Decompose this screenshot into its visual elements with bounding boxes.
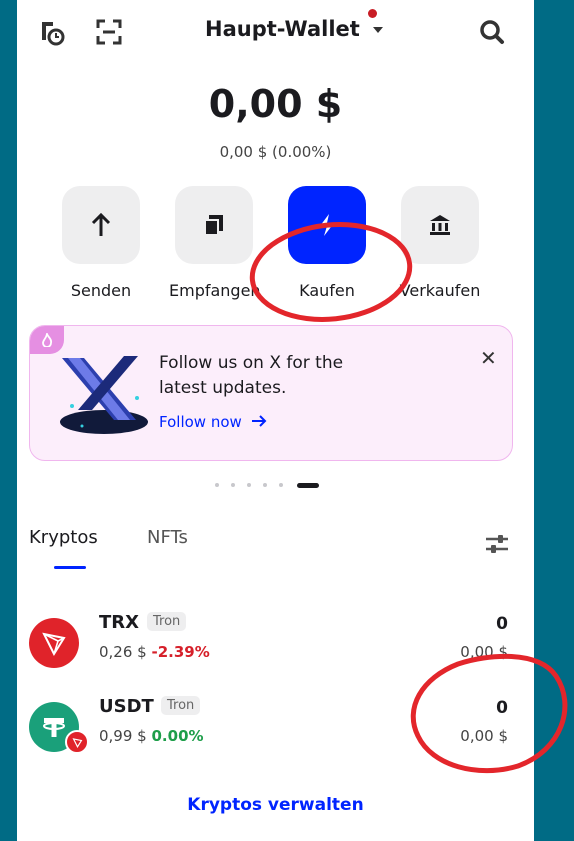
history-icon[interactable]: [39, 18, 67, 46]
receive-button[interactable]: [175, 186, 253, 264]
asset-change: 0.00%: [151, 727, 204, 745]
carousel-dot[interactable]: [231, 483, 235, 487]
buy-button[interactable]: [288, 186, 366, 264]
tab-underline: [54, 566, 86, 569]
copy-icon: [204, 215, 223, 236]
filter-icon[interactable]: [483, 530, 511, 558]
follow-now-link[interactable]: Follow now: [159, 413, 267, 431]
buy-label: Kaufen: [299, 281, 355, 300]
lightning-icon: [320, 214, 334, 236]
manage-cryptos-link[interactable]: Kryptos verwalten: [17, 795, 534, 815]
follow-now-label: Follow now: [159, 413, 242, 431]
arrow-right-icon: [251, 415, 266, 427]
arrow-up-icon: [91, 212, 111, 236]
sell-button[interactable]: [401, 186, 479, 264]
asset-price-line: 0,26 $ -2.39%: [99, 643, 210, 661]
total-balance: 0,00 $: [208, 82, 343, 126]
top-bar: Haupt-Wallet: [17, 0, 534, 64]
send-label: Senden: [70, 281, 132, 300]
tron-icon: [29, 618, 79, 668]
asset-quantity: 0: [496, 614, 508, 634]
tab-nfts[interactable]: NFTs: [147, 527, 188, 548]
network-badge: Tron: [161, 696, 201, 715]
asset-price: 0,26 $: [99, 643, 147, 661]
send-button[interactable]: [62, 186, 140, 264]
balance-change: 0,00 $ (0.00%): [219, 143, 332, 161]
sell-label: Verkaufen: [399, 281, 481, 300]
carousel-dot-active[interactable]: [297, 483, 319, 488]
banner-text: Follow us on X for the latest updates.: [159, 353, 344, 398]
scan-icon[interactable]: [95, 18, 123, 46]
asset-row-trx[interactable]: TRX Tron 0,26 $ -2.39% 0 0,00 $: [17, 608, 534, 678]
asset-value: 0,00 $: [460, 643, 508, 661]
tab-kryptos[interactable]: Kryptos: [29, 527, 98, 548]
wallet-title[interactable]: Haupt-Wallet: [205, 17, 360, 41]
tron-network-icon: [65, 730, 89, 754]
send-action[interactable]: Senden: [56, 186, 146, 300]
asset-change: -2.39%: [151, 643, 210, 661]
asset-value: 0,00 $: [460, 727, 508, 745]
carousel-dot[interactable]: [247, 483, 251, 487]
carousel-dot[interactable]: [215, 483, 219, 487]
notification-dot: [368, 9, 377, 18]
asset-symbol: USDT: [99, 696, 154, 717]
receive-label: Empfangen: [169, 281, 261, 300]
x-logo-icon: [60, 356, 148, 434]
asset-symbol: TRX: [99, 612, 140, 633]
asset-quantity: 0: [496, 698, 508, 718]
wallet-screen: Haupt-Wallet 0,00 $ 0,00 $ (0.00%) Sende…: [17, 0, 534, 841]
asset-price-line: 0,99 $ 0.00%: [99, 727, 204, 745]
asset-row-usdt[interactable]: USDT Tron 0,99 $ 0.00% 0 0,00 $: [17, 692, 534, 762]
carousel-dot[interactable]: [263, 483, 267, 487]
receive-action[interactable]: Empfangen: [169, 186, 261, 300]
sell-action[interactable]: Verkaufen: [395, 186, 485, 300]
bank-icon: [430, 215, 450, 235]
carousel-dot[interactable]: [279, 483, 283, 487]
asset-price: 0,99 $: [99, 727, 147, 745]
chevron-down-icon[interactable]: [373, 27, 383, 33]
promo-banner[interactable]: Follow us on X for the latest updates. F…: [29, 325, 513, 461]
search-icon[interactable]: [478, 18, 506, 46]
buy-action[interactable]: Kaufen: [282, 186, 372, 300]
close-icon[interactable]: ✕: [480, 346, 497, 370]
network-badge: Tron: [147, 612, 187, 631]
